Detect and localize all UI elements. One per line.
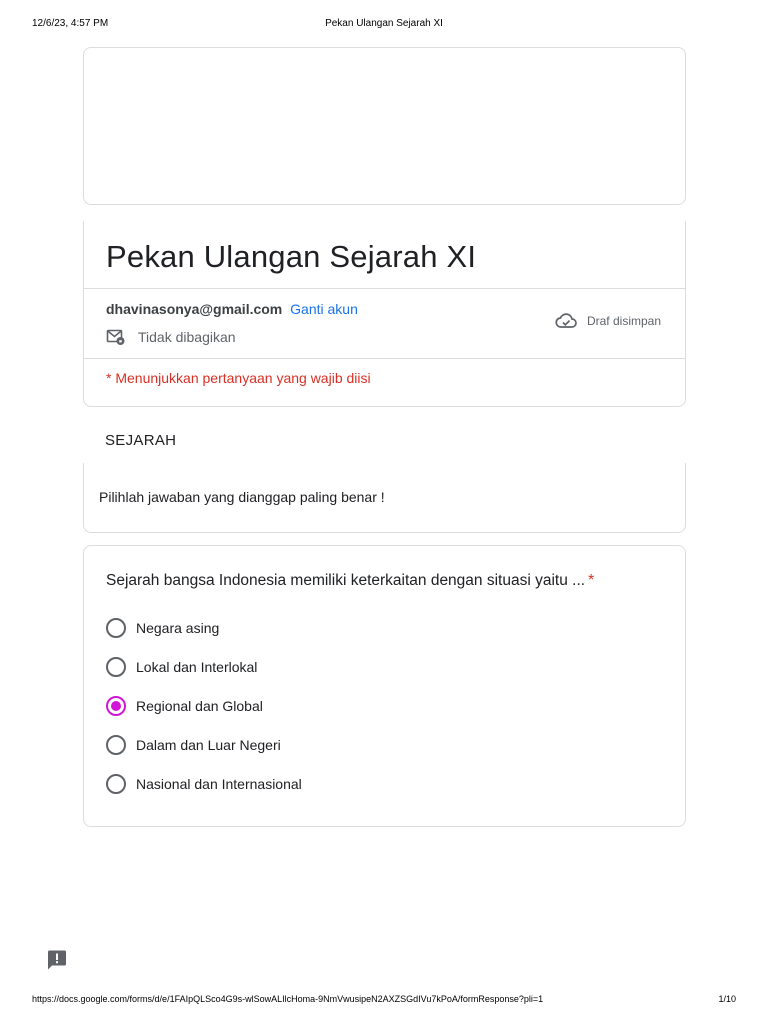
draft-status: Draf disimpan [555,313,661,329]
feedback-icon [48,950,66,970]
option-label: Negara asing [136,620,220,636]
radio-button[interactable] [106,657,126,677]
required-divider [84,358,685,359]
radio-option[interactable]: Nasional dan Internasional [106,773,526,795]
share-status: Tidak dibagikan [106,327,236,347]
option-label: Regional dan Global [136,698,263,714]
print-url: https://docs.google.com/forms/d/e/1FAIpQ… [32,994,544,1004]
print-doc-title: Pekan Ulangan Sejarah XI [325,18,443,29]
switch-account-link[interactable]: Ganti akun [290,301,358,317]
section-description-card: Pilihlah jawaban yang dianggap paling be… [83,463,686,533]
radio-option[interactable]: Lokal dan Interlokal [106,656,526,678]
form-header-banner [83,47,686,205]
question-label: Sejarah bangsa Indonesia memiliki keterk… [106,572,586,589]
print-header: 12/6/23, 4:57 PM Pekan Ulangan Sejarah X… [32,18,736,32]
form-title: Pekan Ulangan Sejarah XI [106,239,477,274]
section-description: Pilihlah jawaban yang dianggap paling be… [99,489,385,505]
required-note: * Menunjukkan pertanyaan yang wajib diis… [106,370,371,386]
radio-option[interactable]: Regional dan Global [106,695,526,717]
question-text: Sejarah bangsa Indonesia memiliki keterk… [106,572,594,590]
option-label: Lokal dan Interlokal [136,659,258,675]
share-status-label: Tidak dibagikan [138,329,236,345]
option-label: Nasional dan Internasional [136,776,302,792]
radio-option[interactable]: Negara asing [106,617,526,639]
account-email: dhavinasonya@gmail.com [106,301,283,317]
radio-button-selected[interactable] [106,696,126,716]
radio-button[interactable] [106,774,126,794]
radio-button[interactable] [106,735,126,755]
mail-lock-icon [106,329,125,345]
print-footer: https://docs.google.com/forms/d/e/1FAIpQ… [32,994,736,1008]
account-row: dhavinasonya@gmail.com Ganti akun [106,301,358,317]
radio-option[interactable]: Dalam dan Luar Negeri [106,734,526,756]
form-title-card: Pekan Ulangan Sejarah XI dhavinasonya@gm… [83,221,686,407]
option-label: Dalam dan Luar Negeri [136,737,281,753]
cloud-check-icon [555,313,577,328]
draft-status-label: Draf disimpan [586,314,661,328]
radio-button[interactable] [106,618,126,638]
title-divider [84,288,685,289]
question-card: Sejarah bangsa Indonesia memiliki keterk… [83,545,686,827]
print-page-number: 1/10 [718,994,736,1004]
report-problem-button[interactable] [46,949,68,971]
required-asterisk: * [588,572,595,589]
section-title: SEJARAH [105,432,177,449]
